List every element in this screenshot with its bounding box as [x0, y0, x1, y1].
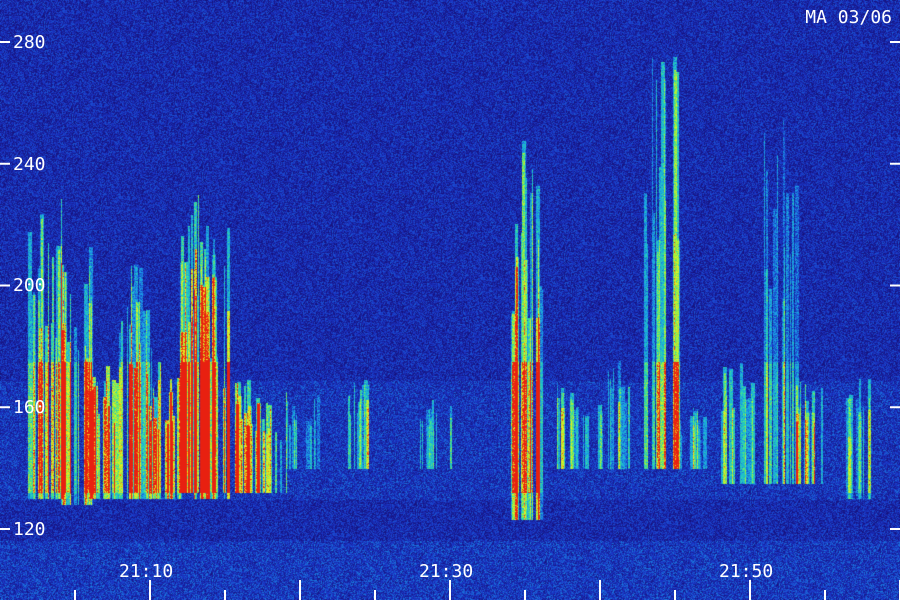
x-tick-label: 21:10: [119, 561, 174, 582]
chart-title: MA 03/06: [805, 7, 892, 28]
y-tick-label: 240: [13, 154, 46, 175]
y-tick-label: 120: [13, 519, 46, 540]
x-tick-label: 21:30: [419, 561, 474, 582]
spectrogram-canvas: [0, 0, 900, 600]
x-tick-label: 21:50: [719, 561, 774, 582]
y-tick-label: 160: [13, 397, 46, 418]
y-tick-label: 200: [13, 275, 46, 296]
y-tick-label: 280: [13, 32, 46, 53]
